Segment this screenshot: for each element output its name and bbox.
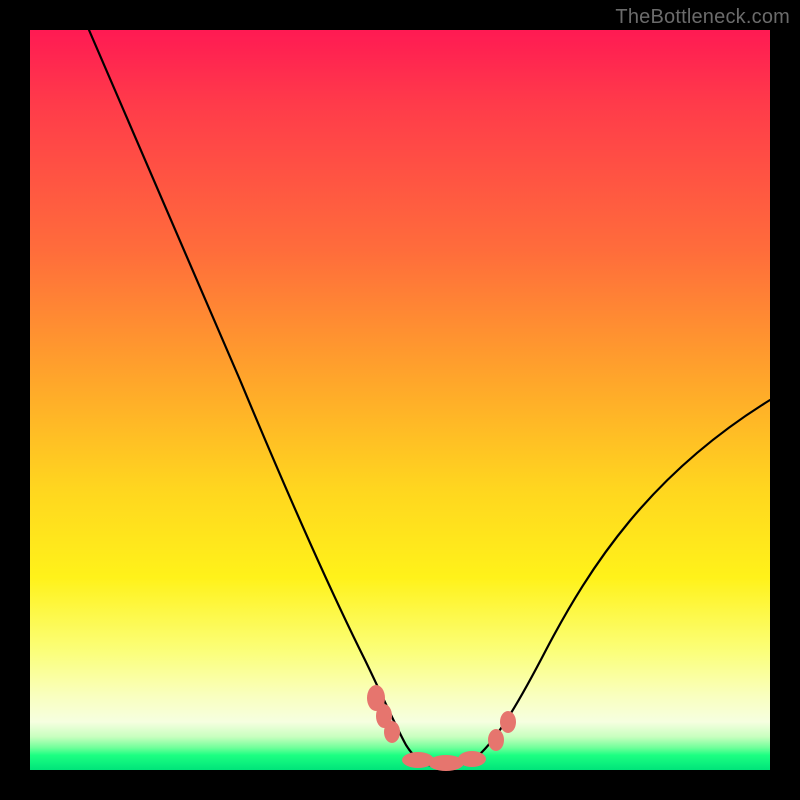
chart-svg [30, 30, 770, 770]
highlight-markers [367, 685, 516, 771]
watermark-text: TheBottleneck.com [615, 6, 790, 29]
bottleneck-curve [89, 30, 770, 767]
marker-dot [488, 729, 504, 751]
chart-frame: TheBottleneck.com [0, 0, 800, 800]
plot-area [30, 30, 770, 770]
marker-dot [458, 751, 486, 767]
marker-dot [384, 721, 400, 743]
marker-dot [500, 711, 516, 733]
